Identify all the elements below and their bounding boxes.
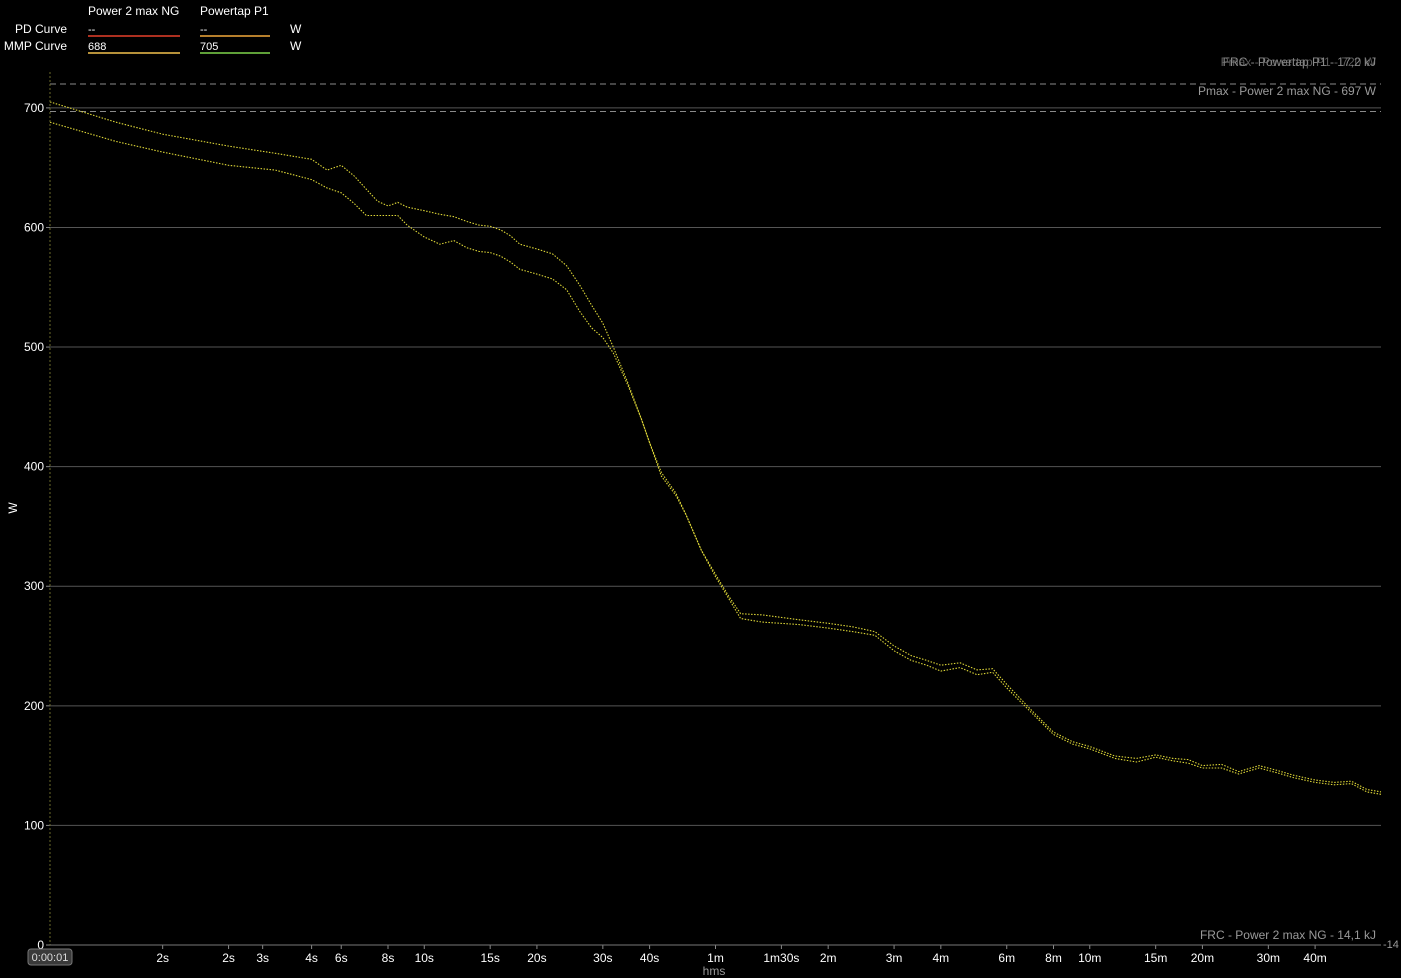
x-tick-label: 10s xyxy=(415,951,434,965)
x-tick-label: 8m xyxy=(1045,951,1062,965)
series-line-power2max-ng xyxy=(49,121,1382,795)
series-line-powertap-p1 xyxy=(49,101,1382,793)
x-tick-label: 8s xyxy=(382,951,395,965)
right-edge-tick-label: -14 xyxy=(1383,939,1399,951)
y-tick-label: 500 xyxy=(24,340,44,354)
legend: Power 2 max NG Powertap P1 PD Curve -- -… xyxy=(4,4,302,54)
x-tick-label: 40m xyxy=(1303,951,1326,965)
x-tick-label: 15s xyxy=(480,951,499,965)
x-tick-label: 20m xyxy=(1191,951,1214,965)
x-tick-label: 10m xyxy=(1078,951,1101,965)
y-axis-ticks: 0100200300400500600700 xyxy=(24,101,50,952)
power-duration-chart: Power 2 max NG Powertap P1 PD Curve -- -… xyxy=(4,4,1399,978)
x-tick-label: 2s xyxy=(222,951,235,965)
x-tick-label: 2s xyxy=(156,951,169,965)
legend-row-mmp-curve-label: MMP Curve xyxy=(4,39,67,53)
x-tick-label: 3m xyxy=(886,951,903,965)
x-tick-label: 30s xyxy=(593,951,612,965)
x-tick-label: 1m xyxy=(707,951,724,965)
legend-mmp-curve-value-series-2: 705 xyxy=(200,41,218,53)
y-tick-label: 100 xyxy=(24,818,44,832)
x-tick-label: 1m30s xyxy=(763,951,799,965)
y-tick-label: 400 xyxy=(24,460,44,474)
legend-row-pd-curve-label: PD Curve xyxy=(15,22,67,36)
annotation-pmax-power2max: Pmax - Power 2 max NG - 697 W xyxy=(1198,84,1377,98)
annotation-frc-power2max: FRC - Power 2 max NG - 14,1 kJ xyxy=(1200,928,1376,942)
annotation-pmax-powertap: Pmax - Powertap P1 - 720 W xyxy=(1221,55,1377,69)
y-tick-label: 200 xyxy=(24,699,44,713)
legend-pd-curve-unit: W xyxy=(290,22,302,36)
x-tick-label-cursor: 0:00:01 xyxy=(32,952,69,964)
y-tick-label: 600 xyxy=(24,220,44,234)
x-tick-label: 2m xyxy=(820,951,837,965)
series-curves xyxy=(49,101,1382,795)
y-tick-label: 300 xyxy=(24,579,44,593)
x-tick-label: 4s xyxy=(305,951,318,965)
x-tick-label: 15m xyxy=(1144,951,1167,965)
x-tick-label: 3s xyxy=(256,951,269,965)
x-tick-label: 20s xyxy=(527,951,546,965)
x-tick-label: 6m xyxy=(998,951,1015,965)
x-tick-label: 40s xyxy=(640,951,659,965)
reference-lines xyxy=(50,83,1381,112)
annotations: FRC - Powertap P1 - 17,2 kJ Pmax - Power… xyxy=(1198,55,1399,951)
x-tick-label: 30m xyxy=(1257,951,1280,965)
legend-pd-curve-value-series-2: -- xyxy=(200,24,208,36)
x-axis-ticks: 0:00:01 2s 2s 3s 4s 6s 8s 10s 15s 20s 30s 40s 1m 1m30… xyxy=(27,945,1327,966)
legend-header-series-1: Power 2 max NG xyxy=(88,4,179,18)
grid-lines xyxy=(50,107,1381,826)
x-axis-title: hms xyxy=(703,964,726,978)
y-tick-label: 700 xyxy=(24,101,44,115)
legend-mmp-curve-value-series-1: 688 xyxy=(88,41,106,53)
x-tick-label: 4m xyxy=(932,951,949,965)
legend-pd-curve-value-series-1: -- xyxy=(88,24,96,36)
y-axis-title: W xyxy=(6,502,20,514)
legend-header-series-2: Powertap P1 xyxy=(200,4,269,18)
x-tick-label: 6s xyxy=(335,951,348,965)
legend-mmp-curve-unit: W xyxy=(290,39,302,53)
